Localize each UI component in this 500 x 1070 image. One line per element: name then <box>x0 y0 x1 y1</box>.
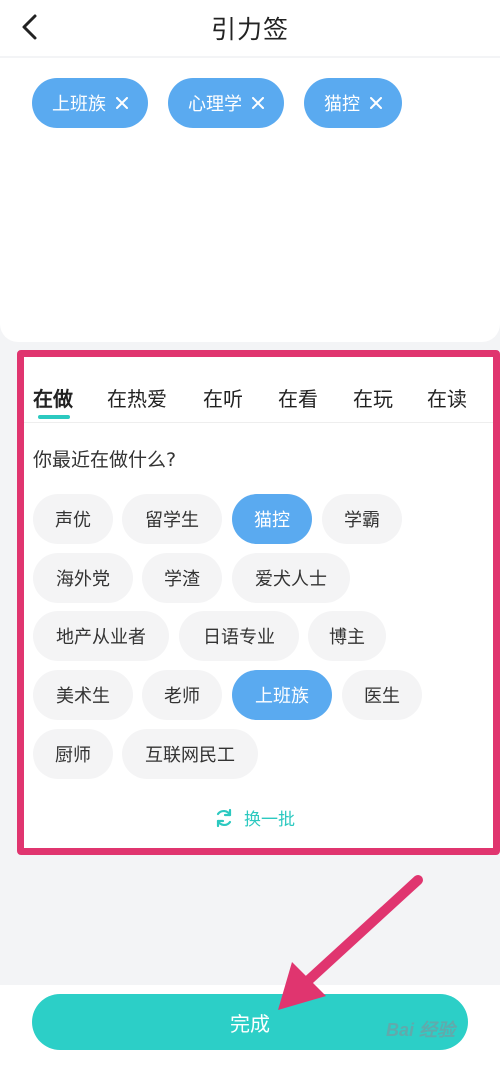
question-text: 你最近在做什么? <box>33 449 177 471</box>
tag-chip-selected[interactable]: 猫控 <box>232 494 312 544</box>
refresh-label: 换一批 <box>244 810 295 830</box>
tag-chip[interactable]: 博主 <box>308 611 386 661</box>
tag-chip[interactable]: 老师 <box>142 670 222 720</box>
tag-chip[interactable]: 海外党 <box>33 553 133 603</box>
tag-chip[interactable]: 声优 <box>33 494 113 544</box>
selected-tag[interactable]: 上班族 <box>32 78 148 128</box>
selected-tag-label: 猫控 <box>324 94 360 115</box>
selected-tags-panel: 上班族 心理学 猫控 <box>0 58 500 342</box>
selected-tag-label: 心理学 <box>188 94 242 115</box>
tag-chip[interactable]: 厨师 <box>33 729 113 779</box>
page-title: 引力签 <box>210 15 289 44</box>
close-icon[interactable] <box>370 97 382 109</box>
selected-tag-label: 上班族 <box>52 94 106 115</box>
tag-chip[interactable]: 留学生 <box>122 494 222 544</box>
tab-zaizuo[interactable]: 在做 <box>33 383 73 412</box>
tag-chip-selected[interactable]: 上班族 <box>232 670 332 720</box>
divider <box>24 422 493 423</box>
close-icon[interactable] <box>116 97 128 109</box>
header-bar: 引力签 <box>0 0 500 56</box>
category-tabs: 在做 在热爱 在听 在看 在玩 在读 <box>24 357 493 425</box>
tag-chip[interactable]: 学渣 <box>142 553 222 603</box>
tag-chip[interactable]: 地产从业者 <box>33 611 169 661</box>
close-icon[interactable] <box>252 97 264 109</box>
done-label: 完成 <box>230 1011 270 1036</box>
selected-tag[interactable]: 猫控 <box>304 78 402 128</box>
category-panel: 在做 在热爱 在听 在看 在玩 在读 你最近在做什么? 声优 留学生 猫控 学霸… <box>17 350 500 855</box>
tag-chip[interactable]: 医生 <box>342 670 422 720</box>
tab-zairedai[interactable]: 在热爱 <box>107 383 167 412</box>
tag-chip[interactable]: 学霸 <box>322 494 402 544</box>
watermark: Bai 经验 <box>386 1020 456 1040</box>
tab-zaidu[interactable]: 在读 <box>427 383 467 412</box>
tab-zaikan[interactable]: 在看 <box>278 383 318 412</box>
selected-tag[interactable]: 心理学 <box>168 78 284 128</box>
tag-chip[interactable]: 日语专业 <box>179 611 299 661</box>
tag-chip[interactable]: 爱犬人士 <box>232 553 350 603</box>
tab-zaiting[interactable]: 在听 <box>203 383 243 412</box>
tab-zaiwan[interactable]: 在玩 <box>353 383 393 412</box>
active-tab-indicator <box>38 415 70 419</box>
refresh-icon <box>216 808 232 827</box>
annotation-arrow-icon <box>278 875 423 1010</box>
refresh-button[interactable]: 换一批 <box>214 805 295 830</box>
tag-chip[interactable]: 互联网民工 <box>122 729 258 779</box>
tag-chip[interactable]: 美术生 <box>33 670 133 720</box>
back-button[interactable] <box>14 10 44 44</box>
chevron-left-icon <box>22 14 37 40</box>
